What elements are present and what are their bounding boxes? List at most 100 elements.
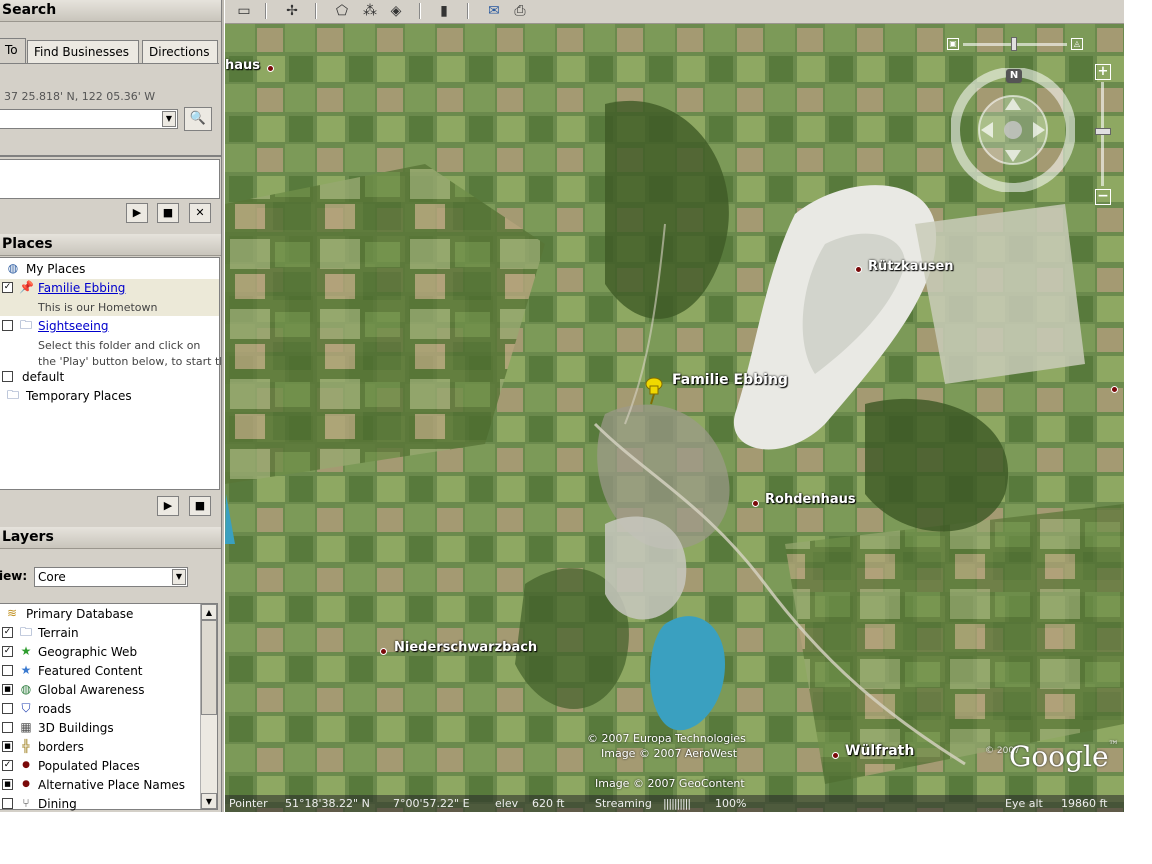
navigation-ring[interactable]: N (950, 67, 1076, 193)
tilt-slider[interactable]: ▣ ◬ (947, 37, 1087, 51)
tree-item-temporary-places[interactable]: 🗀 Temporary Places (0, 387, 219, 405)
play-icon: ▶ (163, 499, 173, 512)
checkbox[interactable]: ✓ (2, 760, 13, 771)
tilt-horizon-icon[interactable]: ◬ (1071, 38, 1083, 50)
place-dot (267, 65, 274, 72)
checkbox-partial[interactable]: ■ (2, 779, 13, 790)
layers-panel-header[interactable]: Layers (0, 527, 221, 549)
checkbox[interactable] (2, 703, 13, 714)
streaming-label: Streaming (595, 797, 652, 810)
zoom-slider-thumb[interactable] (1095, 128, 1111, 135)
credit-europa: © 2007 Europa Technologies (587, 732, 746, 745)
search-input[interactable]: ▼ (0, 109, 178, 129)
layer-alternative-place-names[interactable]: ■ ● Alternative Place Names (0, 776, 199, 794)
layer-dining[interactable]: ⑂ Dining (0, 795, 199, 812)
zoom-out-button[interactable]: − (1095, 189, 1111, 205)
tree-item-label[interactable]: Sightseeing (38, 317, 108, 335)
pushpin-icon: 📌 (19, 280, 34, 294)
tilt-flat-icon[interactable]: ▣ (947, 38, 959, 50)
place-label-rohdenhaus[interactable]: Rohdenhaus (765, 492, 856, 507)
layer-terrain[interactable]: ✓ 🗀 Terrain (0, 624, 199, 642)
scroll-up-arrow[interactable]: ▲ (201, 604, 217, 620)
streaming-percent: 100% (715, 797, 747, 810)
sidebar: Search To Find Businesses Directions 37 … (0, 0, 221, 812)
places-stop-button[interactable]: ■ (189, 496, 211, 516)
places-panel-header[interactable]: Places (0, 234, 221, 256)
print-button[interactable]: ⎙ (509, 1, 531, 21)
layer-3d-buildings[interactable]: ▦ 3D Buildings (0, 719, 199, 737)
tree-item-familie-ebbing[interactable]: ✓ 📌 Familie Ebbing (0, 279, 219, 297)
place-label-ruetzkausen[interactable]: Rützkausen (868, 259, 954, 274)
place-label-niederschwarzbach[interactable]: Niederschwarzbach (394, 640, 537, 655)
tree-item-label[interactable]: Familie Ebbing (38, 279, 125, 297)
search-dropdown-arrow[interactable]: ▼ (162, 111, 176, 127)
layer-geographic-web[interactable]: ✓ ★ Geographic Web (0, 643, 199, 661)
road-shield-icon: ⛉ (21, 701, 31, 715)
layer-global-awareness[interactable]: ■ ◍ Global Awareness (0, 681, 199, 699)
search-play-button[interactable]: ▶ (126, 203, 148, 223)
search-clear-button[interactable]: ✕ (189, 203, 211, 223)
place-label-familie-ebbing[interactable]: Familie Ebbing (672, 372, 788, 388)
tab-fly-to[interactable]: To (0, 38, 26, 64)
checkbox[interactable]: ✓ (2, 646, 13, 657)
add-image-overlay-button[interactable]: ◈ (385, 1, 407, 21)
scroll-down-arrow[interactable]: ▼ (201, 793, 217, 809)
checkbox[interactable] (2, 665, 13, 676)
layer-label: Alternative Place Names (38, 778, 186, 792)
google-logo: Google™ (1009, 740, 1119, 773)
credit-geocontent: Image © 2007 GeoContent (595, 777, 745, 790)
tab-find-businesses[interactable]: Find Businesses (27, 40, 139, 64)
tree-item-sightseeing[interactable]: 🗀 Sightseeing (0, 317, 219, 335)
email-button[interactable]: ✉ (483, 1, 505, 21)
checkbox-partial[interactable]: ■ (2, 741, 13, 752)
search-panel-header[interactable]: Search (0, 0, 221, 22)
tree-item-my-places[interactable]: ◍ My Places (0, 260, 219, 278)
checkbox[interactable] (2, 320, 13, 331)
ruler-button[interactable]: ▮ (433, 1, 455, 21)
layer-roads[interactable]: ⛉ roads (0, 700, 199, 718)
search-stop-button[interactable]: ■ (157, 203, 179, 223)
tree-item-description: Select this folder and click on (38, 339, 201, 352)
zoom-in-button[interactable]: + (1095, 64, 1111, 80)
google-logo-text: Google (1009, 740, 1109, 773)
layer-populated-places[interactable]: ✓ ● Populated Places (0, 757, 199, 775)
layers-scrollbar[interactable]: ▲ ▼ (200, 604, 217, 809)
close-icon: ✕ (195, 206, 205, 219)
places-play-button[interactable]: ▶ (157, 496, 179, 516)
zoom-slider[interactable]: + − (1094, 64, 1112, 206)
toolbar-separator (467, 3, 469, 19)
placemark-add-icon: ✢ (286, 3, 298, 19)
add-placemark-button[interactable]: ✢ (281, 1, 303, 21)
tab-directions[interactable]: Directions (142, 40, 218, 64)
checkbox-partial[interactable]: ■ (2, 684, 13, 695)
layer-borders[interactable]: ■ ╬ borders (0, 738, 199, 756)
checkbox[interactable]: ✓ (2, 282, 13, 293)
city-dot-icon: ● (22, 760, 30, 770)
sidebar-icon: ▭ (237, 3, 251, 19)
stop-icon: ■ (194, 499, 206, 512)
layer-featured-content[interactable]: ★ Featured Content (0, 662, 199, 680)
tilt-slider-thumb[interactable] (1011, 37, 1017, 51)
place-label-haus[interactable]: haus (225, 58, 260, 73)
place-label-wuelfrath[interactable]: Wülfrath (845, 743, 914, 759)
layer-label: Terrain (38, 626, 79, 640)
toggle-sidebar-button[interactable]: ▭ (233, 1, 255, 21)
map-view[interactable]: haus Rützkausen Familie Ebbing Rohdenhau… (225, 24, 1124, 812)
layer-primary-database[interactable]: ≋ Primary Database (0, 605, 199, 623)
add-path-button[interactable]: ⁂ (359, 1, 381, 21)
checkbox[interactable] (2, 722, 13, 733)
pushpin-icon[interactable] (643, 376, 665, 406)
compass-north-indicator[interactable]: N (1006, 69, 1022, 83)
view-dropdown-arrow[interactable]: ▼ (172, 569, 186, 585)
eye-altitude-label: Eye alt (1005, 797, 1043, 810)
path-icon: ⁂ (363, 3, 377, 19)
checkbox[interactable]: ✓ (2, 627, 13, 638)
checkbox[interactable] (2, 798, 13, 809)
tree-item-default[interactable]: default (0, 368, 219, 386)
search-button[interactable]: 🔍 (184, 107, 212, 131)
view-select[interactable]: Core ▼ (34, 567, 188, 587)
add-polygon-button[interactable]: ⬠ (331, 1, 353, 21)
checkbox[interactable] (2, 371, 13, 382)
scroll-thumb[interactable] (201, 620, 217, 715)
place-dot (1111, 386, 1118, 393)
